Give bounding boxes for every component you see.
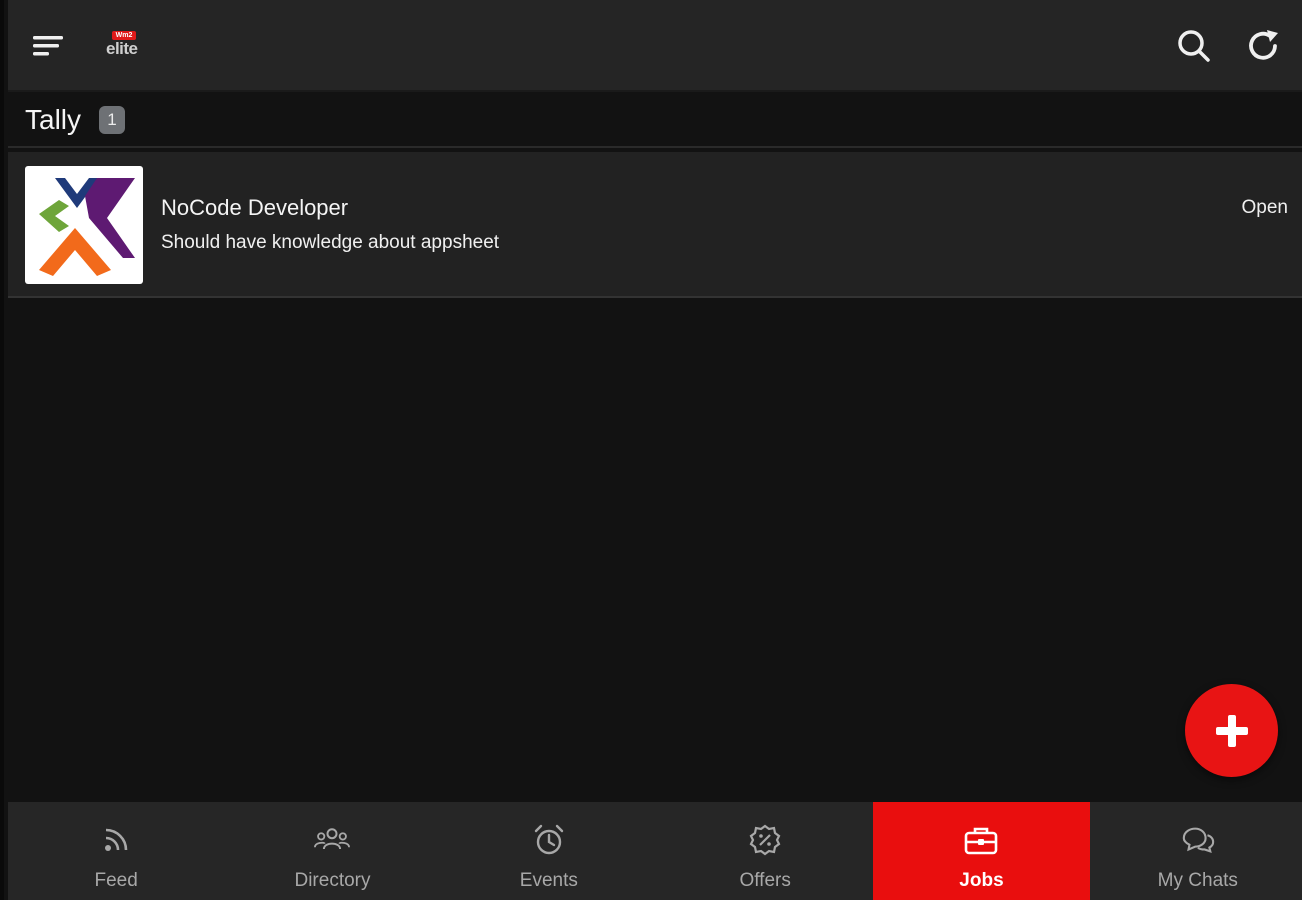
nav-label: Jobs: [959, 870, 1004, 891]
rss-icon: [98, 822, 134, 858]
app-logo: Wm2 elite: [102, 28, 146, 64]
job-description: Should have knowledge about appsheet: [161, 232, 500, 253]
nav-item-directory[interactable]: Directory: [224, 802, 440, 900]
count-badge: 1: [99, 106, 126, 134]
search-icon: [1178, 30, 1210, 62]
top-app-bar: Wm2 elite: [8, 0, 1302, 92]
job-list-item[interactable]: NoCode Developer Should have knowledge a…: [8, 152, 1302, 298]
refresh-button[interactable]: [1242, 24, 1286, 68]
nav-item-feed[interactable]: Feed: [8, 802, 224, 900]
nav-label: Offers: [739, 870, 791, 891]
bottom-navigation: Feed Directory Events Offers Jobs My Cha…: [8, 802, 1302, 900]
nav-item-my-chats[interactable]: My Chats: [1090, 802, 1302, 900]
app-frame: Wm2 elite Tally 1 NoCode Developer Shoul…: [0, 0, 1302, 900]
company-logo-icon: [39, 178, 135, 276]
nav-label: Events: [519, 870, 578, 891]
alarm-clock-icon: [531, 822, 567, 858]
add-job-button[interactable]: [1185, 684, 1278, 777]
briefcase-icon: [963, 822, 999, 858]
nav-item-offers[interactable]: Offers: [657, 802, 873, 900]
logo-text: elite: [106, 39, 138, 58]
job-title: NoCode Developer: [161, 195, 349, 220]
job-status: Open: [1241, 197, 1288, 218]
group-title: Tally: [25, 104, 82, 135]
nav-label: Directory: [294, 870, 371, 891]
nav-item-events[interactable]: Events: [441, 802, 657, 900]
menu-button[interactable]: [26, 24, 70, 68]
nav-label: Feed: [94, 870, 138, 891]
menu-icon: [33, 36, 63, 56]
people-icon: [314, 822, 351, 858]
nav-item-jobs[interactable]: Jobs: [873, 802, 1090, 900]
plus-icon: [1215, 714, 1248, 747]
chat-bubbles-icon: [1180, 822, 1216, 858]
nav-label: My Chats: [1157, 870, 1238, 891]
search-button[interactable]: [1172, 24, 1216, 68]
discount-badge-icon: [747, 822, 783, 858]
company-logo: [25, 166, 143, 284]
group-header: Tally 1: [8, 94, 1302, 148]
refresh-icon: [1249, 30, 1278, 60]
